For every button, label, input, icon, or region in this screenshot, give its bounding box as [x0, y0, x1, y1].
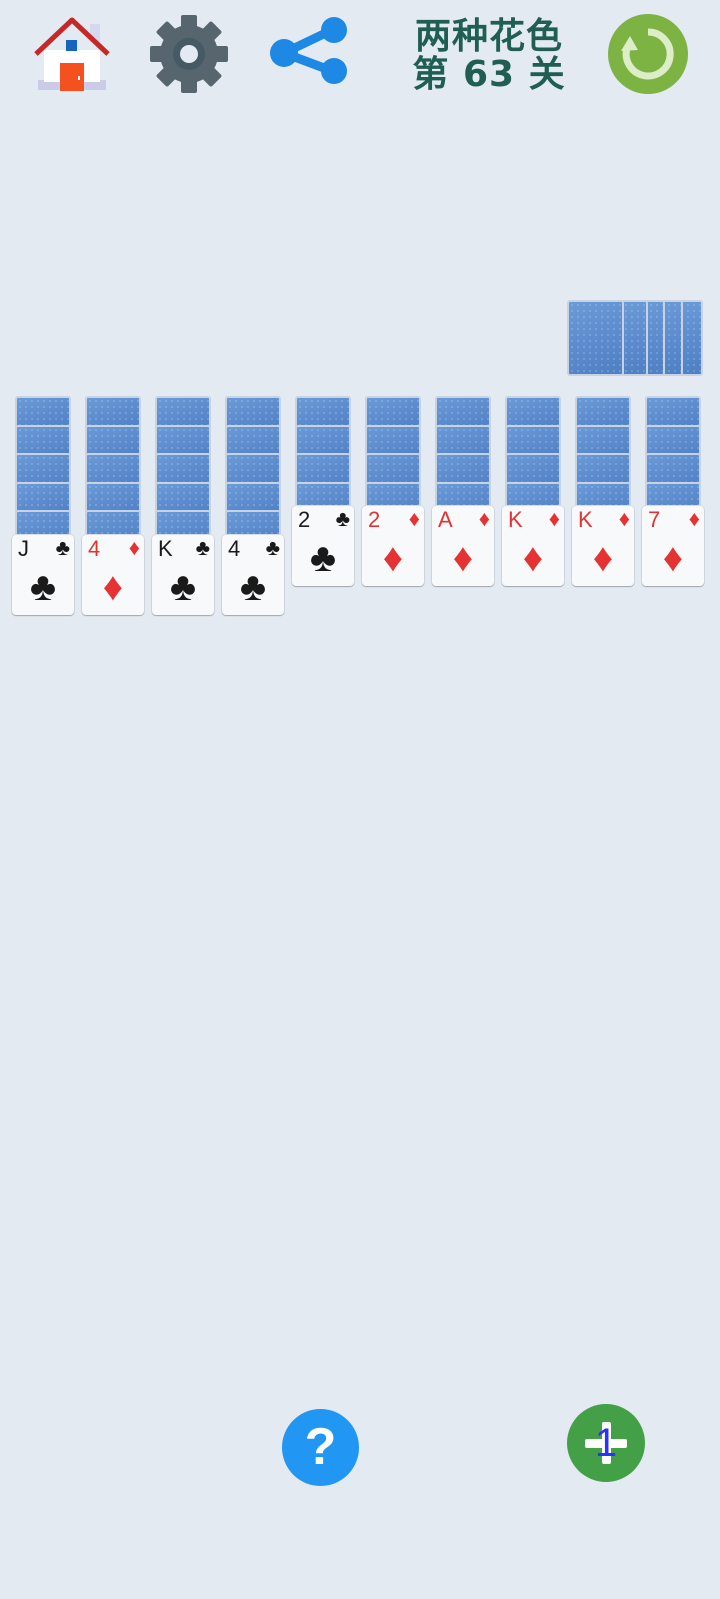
hint-button[interactable]: ?: [282, 1409, 359, 1486]
card-rank: K: [158, 535, 173, 561]
card-suit-large: ♣: [169, 564, 197, 609]
level-title: 两种花色 第 63 关: [404, 18, 574, 94]
card-suit-large: ♦: [592, 536, 614, 580]
card-suit-small: ♦: [478, 506, 490, 531]
top-bar: 两种花色 第 63 关: [0, 0, 720, 110]
level-number-label: 第 63 关: [412, 54, 566, 95]
stock-pile[interactable]: [567, 300, 705, 380]
card-suit-large: ♦: [452, 536, 474, 580]
card-rank: J: [18, 535, 29, 561]
card-suit-small: ♦: [548, 506, 560, 531]
card-rank: 7: [648, 507, 661, 532]
hint-label: ?: [304, 1418, 337, 1476]
face-up-card[interactable]: K ♦ ♦: [502, 506, 564, 586]
home-icon[interactable]: [32, 14, 112, 94]
stock-card[interactable]: [567, 300, 624, 376]
card-rank: 2: [298, 507, 311, 532]
stock-card: [621, 300, 648, 376]
face-up-card[interactable]: 4 ♣ ♣: [222, 534, 284, 615]
card-suit-small: ♣: [195, 534, 210, 560]
face-up-card[interactable]: K ♣ ♣: [152, 534, 214, 615]
card-suit-small: ♦: [618, 506, 630, 531]
card-suit-small: ♣: [335, 506, 350, 531]
card-rank: 4: [88, 535, 101, 561]
game-mode-label: 两种花色: [414, 16, 563, 57]
restart-icon[interactable]: [608, 14, 688, 94]
card-suit-large: ♣: [239, 564, 267, 609]
card-suit-large: ♦: [662, 536, 684, 580]
deal-button[interactable]: 1: [567, 1404, 645, 1482]
face-up-card[interactable]: K ♦ ♦: [572, 506, 634, 586]
card-rank: K: [578, 507, 593, 532]
card-rank: A: [438, 507, 453, 532]
card-rank: 2: [368, 507, 381, 532]
card-rank: K: [508, 507, 523, 532]
face-up-card[interactable]: 2 ♣ ♣: [292, 506, 354, 586]
card-suit-small: ♦: [688, 506, 700, 531]
face-up-card[interactable]: A ♦ ♦: [432, 506, 494, 586]
gear-icon[interactable]: [148, 13, 230, 95]
face-up-card[interactable]: J ♣ ♣: [12, 534, 74, 615]
card-suit-large: ♣: [29, 564, 57, 609]
card-suit-small: ♣: [265, 534, 280, 560]
card-suit-small: ♦: [128, 534, 140, 560]
share-icon[interactable]: [268, 16, 352, 90]
card-suit-large: ♦: [522, 536, 544, 580]
card-rank: 4: [228, 535, 241, 561]
tableau: J ♣ ♣ 4 ♦ ♦ K ♣ ♣ 4 ♣ ♣ 2 ♣ ♣ 2 ♦ ♦ A ♦ ♦ K ♦ ♦ K ♦ ♦ 7 ♦ ♦: [0, 396, 720, 626]
card-suit-small: ♣: [55, 534, 70, 560]
deal-count: 1: [594, 1421, 618, 1465]
card-suit-large: ♦: [102, 564, 124, 609]
card-suit-large: ♣: [309, 536, 337, 580]
face-up-card[interactable]: 7 ♦ ♦: [642, 506, 704, 586]
face-up-card[interactable]: 2 ♦ ♦: [362, 506, 424, 586]
face-up-card[interactable]: 4 ♦ ♦: [82, 534, 144, 615]
card-suit-small: ♦: [408, 506, 420, 531]
card-suit-large: ♦: [382, 536, 404, 580]
